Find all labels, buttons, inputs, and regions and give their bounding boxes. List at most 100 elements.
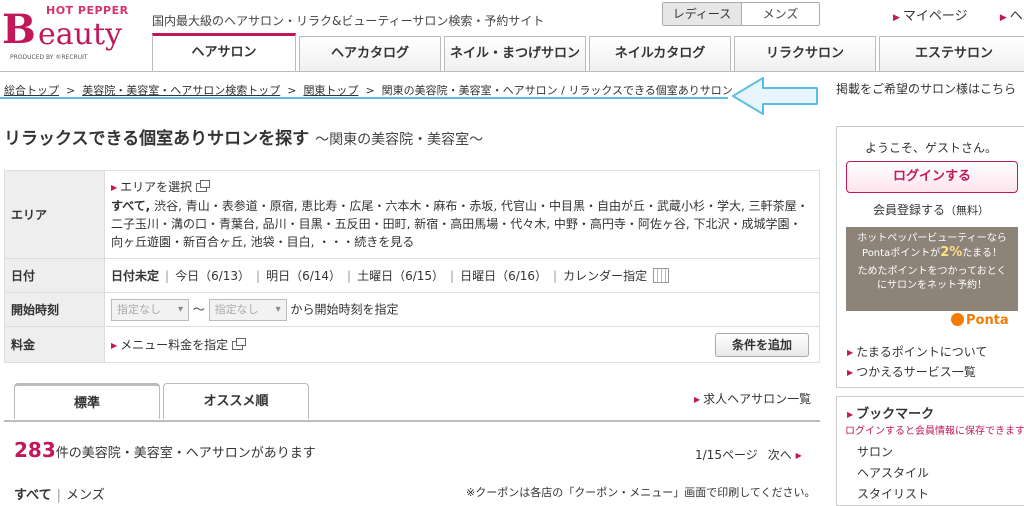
help-link[interactable]: ▶ヘルプ [1000, 9, 1024, 24]
ponta-promo-line1: ホットペッパービューティーなら [857, 233, 1007, 244]
area-select-label: エリアを選択 [120, 180, 193, 194]
date-undecided[interactable]: 日付未定 [111, 269, 159, 283]
nav-divider [0, 71, 1024, 72]
date-calendar-link[interactable]: カレンダー指定 [563, 269, 647, 283]
start-time-to-value: 指定なし [214, 302, 259, 316]
add-condition-button[interactable]: 条件を追加 [715, 333, 809, 357]
site-header: HOT PEPPER B eauty PRODUCED BY ®RECRUIT … [0, 0, 1024, 72]
start-time-to-select[interactable]: 指定なし ▾ [208, 298, 287, 321]
triangle-right-icon: ▶ [111, 183, 118, 192]
tab-nail-catalog[interactable]: ネイルカタログ [589, 36, 731, 72]
register-label: 会員登録する [872, 203, 945, 217]
coupon-print-note: ※クーポンは各店の「クーポン・メニュー」画面で印刷してください。 [466, 486, 816, 499]
points-info-label: たまるポイントについて [856, 345, 988, 359]
gender-tab-mens[interactable]: メンズ [741, 3, 819, 25]
area-list[interactable]: すべて, 渋谷, 青山・表参道・原宿, 恵比寿・広尾・六本木・麻布・赤坂, 代官… [111, 197, 813, 251]
area-list-text: 渋谷, 青山・表参道・原宿, 恵比寿・広尾・六本木・麻布・赤坂, 代官山・中目黒… [111, 199, 809, 249]
start-time-suffix: から開始時刻を指定 [290, 302, 399, 316]
gender-tab-ladies[interactable]: レディース [663, 3, 741, 25]
time-range-tilde: ～ [192, 302, 205, 316]
tab-sort-standard[interactable]: 標準 [14, 383, 160, 419]
top-links: ▶マイページ ▶ヘルプ [893, 5, 1024, 24]
tab-esthe-salon[interactable]: エステサロン [879, 36, 1024, 72]
area-label: エリア [4, 170, 105, 259]
pager-page-info: 1/15ページ [695, 448, 758, 462]
points-info-link[interactable]: ▶ たまるポイントについて [847, 343, 987, 360]
tab-sort-recommended[interactable]: オススメ順 [163, 383, 309, 419]
register-link[interactable]: 会員登録する（無料） [837, 201, 1024, 218]
bookmark-hairstyle-link[interactable]: ヘアスタイル [857, 464, 929, 481]
gender-filter: すべて | メンズ [14, 488, 105, 503]
start-time-from-select[interactable]: 指定なし ▾ [111, 298, 189, 321]
bookmark-title: ▶ ブックマーク [847, 403, 934, 422]
mypage-link[interactable]: ▶ マイページ [893, 9, 982, 24]
result-summary: 283件の美容院・美容室・ヘアサロンがあります [14, 438, 316, 462]
usable-services-link[interactable]: ▶ つかえるサービス一覧 [847, 363, 976, 380]
area-all: すべて, [111, 199, 151, 213]
tab-relax-salon[interactable]: リラクサロン [734, 36, 876, 72]
breadcrumb: 総合トップ > 美容院・美容室・ヘアサロン検索トップ > 関東トップ > 関東の美容院・美容… [4, 82, 733, 98]
date-saturday[interactable]: 土曜日（6/15） [357, 269, 444, 283]
bookmark-title-label: ブックマーク [856, 407, 935, 422]
triangle-right-icon: ▶ [999, 13, 1007, 23]
menu-price-link[interactable]: ▶ メニュー料金を指定 [111, 338, 247, 352]
chevron-down-icon: ▾ [275, 303, 281, 315]
breadcrumb-item-hair-top[interactable]: 美容院・美容室・ヘアサロン検索トップ [82, 84, 280, 97]
breadcrumb-item-top[interactable]: 総合トップ [4, 84, 59, 97]
filter-mens[interactable]: メンズ [66, 488, 105, 503]
breadcrumb-separator: > [66, 84, 76, 97]
site-tagline: 国内最大級のヘアサロン・リラク&ビューティーサロン検索・予約サイト [152, 14, 545, 28]
external-window-icon [232, 338, 247, 350]
pager-next-label: 次へ [767, 448, 792, 462]
logo-beauty-text: eauty [38, 17, 122, 52]
ponta-promo-line4: にサロンをネット予約！ [877, 280, 987, 291]
tab-hair-catalog[interactable]: ヘアカタログ [299, 36, 441, 72]
triangle-right-icon: ▶ [795, 451, 802, 460]
member-box: ようこそ、ゲストさん。 ログインする 会員登録する（無料） ホットペッパービュー… [836, 126, 1024, 388]
calendar-icon[interactable] [653, 268, 670, 283]
hotpepper-beauty-logo[interactable]: HOT PEPPER B eauty PRODUCED BY ®RECRUIT [2, 2, 142, 64]
breadcrumb-item-kanto-top[interactable]: 関東トップ [303, 84, 358, 97]
breadcrumb-separator: > [365, 84, 375, 97]
breadcrumb-current: 関東の美容院・美容室・ヘアサロン / リラックスできる個室ありサロン [381, 84, 733, 97]
highlight-arrow-icon [732, 77, 818, 115]
bookmark-login-note: ログインすると会員情報に保存できます [845, 426, 1024, 437]
job-salon-list-label: 求人ヘアサロン一覧 [703, 392, 812, 406]
triangle-right-icon: ▶ [694, 395, 701, 404]
bookmark-box: ▶ ブックマーク ログインすると会員情報に保存できます サロン ヘアスタイル スタ… [836, 396, 1024, 506]
tab-nail-eyelash-salon[interactable]: ネイル・まつげサロン [444, 36, 586, 72]
bookmark-salon-link[interactable]: サロン [857, 443, 893, 460]
ponta-face-icon [951, 313, 964, 326]
date-tomorrow[interactable]: 明日（6/14） [266, 269, 341, 283]
pager-next-link[interactable]: 次へ ▶ [768, 448, 805, 462]
bookmark-stylist-link[interactable]: スタイリスト [857, 485, 929, 502]
date-today[interactable]: 今日（6/13） [175, 269, 250, 283]
login-button[interactable]: ログインする [846, 161, 1018, 193]
result-count: 283 [14, 438, 56, 462]
start-time-label: 開始時刻 [4, 292, 105, 327]
listing-request-link[interactable]: 掲載をご希望のサロン様はこちら [836, 80, 1016, 97]
ponta-promo-line3: ためたポイントをつかっておとく [857, 266, 1007, 277]
page-subtitle: ～関東の美容院・美容室～ [315, 132, 484, 148]
price-label: 料金 [4, 326, 105, 363]
sort-tabs: 標準 オススメ順 [14, 383, 312, 419]
ponta-promo-banner[interactable]: ホットペッパービューティーなら Pontaポイントが2%たまる！ ためたポイント… [846, 227, 1018, 311]
job-salon-list-link[interactable]: ▶ 求人ヘアサロン一覧 [694, 390, 811, 407]
ponta-promo-line2a: Pontaポイントが [862, 248, 941, 259]
area-select-link[interactable]: ▶ エリアを選択 [111, 178, 813, 195]
sort-tabs-divider [4, 420, 820, 422]
triangle-right-icon: ▶ [847, 410, 854, 419]
date-sunday[interactable]: 日曜日（6/16） [460, 269, 547, 283]
triangle-right-icon: ▶ [111, 341, 118, 350]
search-conditions-table: エリア ▶ エリアを選択 すべて, 渋谷, 青山・表参道・原宿, 恵比寿・広尾・六… [4, 170, 820, 363]
page-title: リラックスできる個室ありサロンを探す ～関東の美容院・美容室～ [4, 124, 483, 149]
mypage-link-label: マイページ [902, 9, 968, 24]
filter-all[interactable]: すべて [14, 488, 52, 503]
tab-hair-salon[interactable]: ヘアサロン [152, 33, 296, 72]
register-free-label: （無料） [945, 204, 989, 217]
date-label: 日付 [4, 258, 105, 293]
logo-b-letter: B [2, 6, 36, 53]
logo-hotpepper-text: HOT PEPPER [46, 4, 129, 17]
date-options: 日付未定 | 今日（6/13） | 明日（6/14） | 土曜日（6/15） | 日曜日（6/1… [104, 258, 820, 293]
ponta-logo: Ponta [951, 313, 1009, 328]
